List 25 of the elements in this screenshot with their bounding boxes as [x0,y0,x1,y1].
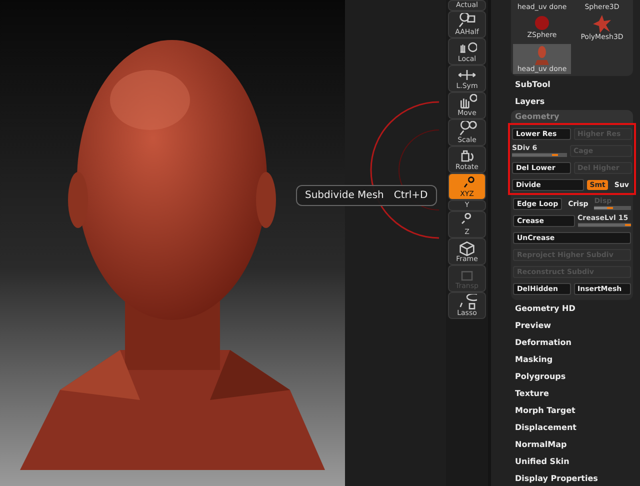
slider-track[interactable] [512,153,566,157]
palette-header[interactable]: Geometry [511,110,633,123]
star-icon [593,15,611,33]
sphere-icon [534,15,550,31]
slider-track[interactable] [594,206,631,210]
palette-header[interactable]: Geometry HD [511,300,640,317]
bust-icon [534,45,550,65]
magnifier-icon [457,121,477,137]
palette-header[interactable]: Masking [511,351,640,368]
palette-header[interactable]: Preview [511,317,640,334]
magnifier-icon [457,13,477,29]
palette-header[interactable]: Displacement [511,419,640,436]
palette-header[interactable]: Morph Target [511,402,640,419]
palette-header[interactable]: SubTool [511,76,640,93]
palette-header[interactable]: Polygroups [511,368,640,385]
tooltip-title: Subdivide Mesh [305,190,384,201]
palette-header[interactable]: Display Properties [511,470,640,486]
palette-header[interactable]: Unified Skin [511,453,640,470]
palette-header[interactable]: Deformation [511,334,640,351]
cube-icon [457,240,477,256]
arrows-icon [457,67,477,83]
palette-header[interactable]: Texture [511,385,640,402]
palette-header[interactable]: Layers [511,93,640,110]
palette-header[interactable]: NormalMap [511,436,640,453]
shortcut-text: Ctrl+D [394,190,428,201]
